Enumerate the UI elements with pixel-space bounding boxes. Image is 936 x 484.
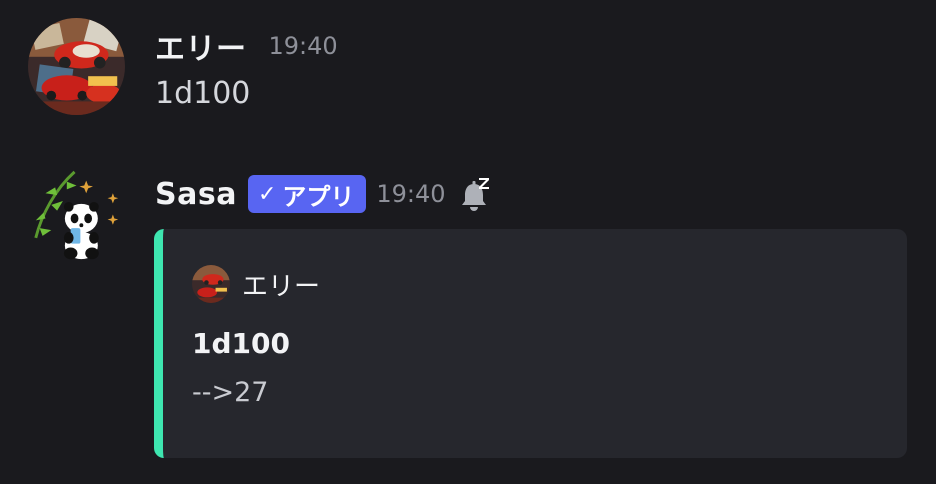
car-avatar-icon	[192, 265, 230, 303]
app-badge-label: アプリ	[282, 182, 355, 211]
timestamp[interactable]: 19:40	[269, 32, 338, 60]
car-avatar-icon	[28, 18, 125, 115]
embed-description: -->27	[192, 377, 269, 408]
message-content: 1d100	[155, 76, 251, 111]
chat-message-list: エリー 19:40 1d100 Sasa ✓ アプリ 19:40 エリー 1d1…	[0, 0, 936, 484]
bot-avatar[interactable]	[28, 168, 125, 265]
username[interactable]: エリー	[155, 24, 247, 68]
embed-author-name[interactable]: エリー	[242, 266, 320, 303]
message-item[interactable]: Sasa ✓ アプリ 19:40 エリー 1d100 -->27	[0, 168, 936, 468]
user-avatar[interactable]	[28, 18, 125, 115]
message-header: エリー 19:40	[155, 22, 338, 70]
username[interactable]: Sasa	[155, 177, 237, 212]
embed-card: エリー 1d100 -->27	[154, 229, 907, 458]
embed-author: エリー	[192, 265, 320, 303]
app-badge: ✓ アプリ	[247, 175, 367, 213]
verified-check-icon: ✓	[257, 181, 277, 207]
message-item[interactable]: エリー 19:40 1d100	[0, 18, 936, 128]
message-header: Sasa ✓ アプリ 19:40	[155, 174, 492, 214]
timestamp[interactable]: 19:40	[376, 180, 445, 208]
snooze-bell-icon	[460, 176, 492, 212]
panda-bamboo-avatar-icon	[34, 170, 119, 260]
embed-title: 1d100	[192, 327, 290, 360]
